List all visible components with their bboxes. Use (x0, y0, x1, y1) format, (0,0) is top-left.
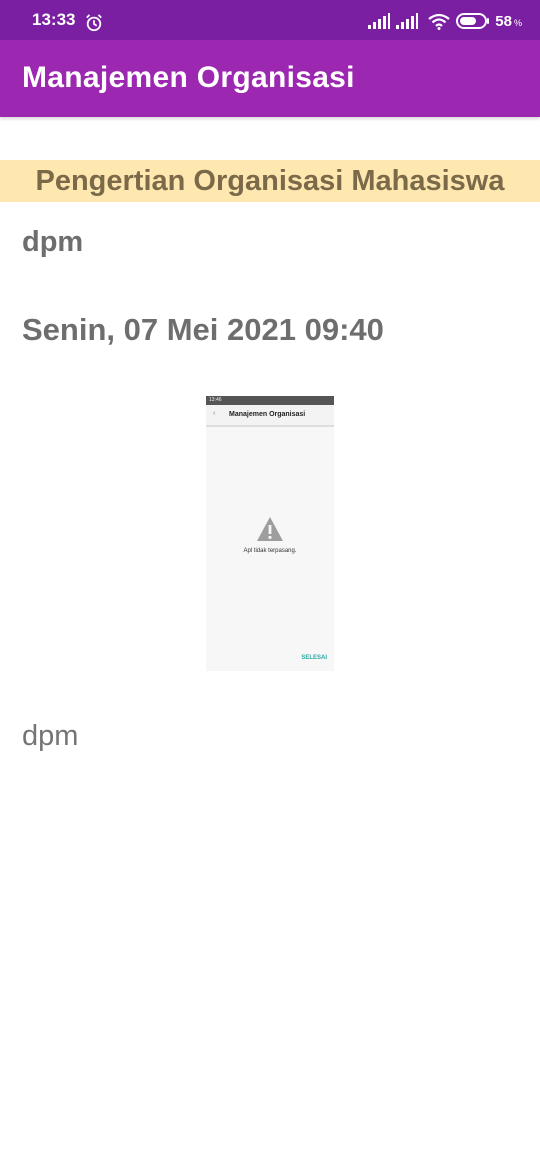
image-back-icon: ‹ (213, 410, 216, 417)
battery-unit: % (513, 18, 522, 28)
status-icons: 58 % (368, 10, 522, 32)
wifi-icon (428, 13, 450, 30)
status-time: 13:33 (32, 10, 76, 29)
battery-icon (456, 13, 490, 29)
image-done-label: SELESAI (301, 655, 327, 661)
image-status-time: 13:46 (209, 397, 222, 403)
article-date: Senin, 07 Mei 2021 09:40 (22, 312, 384, 347)
article-author: dpm (22, 226, 84, 258)
article-image[interactable]: 13:46 ‹ Manajemen Organisasi Apl tidak t… (206, 396, 334, 671)
warning-icon (257, 517, 283, 541)
image-status-bar: 13:46 (206, 396, 334, 405)
signal-icon (396, 13, 419, 29)
signal-icon (368, 13, 391, 29)
image-app-bar: ‹ Manajemen Organisasi (206, 405, 334, 427)
image-message: Apl tidak terpasang. (243, 548, 297, 554)
image-app-title: Manajemen Organisasi (229, 411, 306, 418)
app-bar: Manajemen Organisasi (0, 40, 540, 117)
app-title: Manajemen Organisasi (22, 61, 355, 94)
alarm-icon (86, 14, 102, 32)
article-body: dpm (22, 720, 79, 752)
battery-percent: 58 (495, 12, 512, 30)
status-bar: 13:33 58 % (0, 0, 540, 40)
category-title: Pengertian Organisasi Mahasiswa (35, 165, 505, 197)
category-banner: Pengertian Organisasi Mahasiswa (0, 160, 540, 202)
